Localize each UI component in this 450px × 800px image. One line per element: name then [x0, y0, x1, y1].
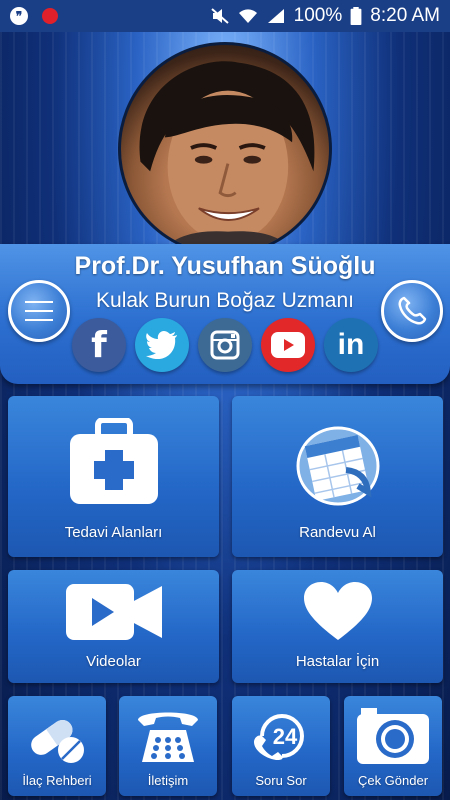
hangouts-notification-icon: ❞ — [10, 7, 28, 25]
heart-icon — [304, 582, 372, 640]
facebook-icon: f — [91, 324, 107, 366]
telephone-icon — [138, 712, 198, 762]
video-camera-icon — [66, 584, 162, 640]
linkedin-button[interactable]: in — [324, 318, 378, 372]
contact-tile[interactable]: İletişim — [119, 696, 217, 796]
videos-label: Videolar — [86, 653, 141, 670]
linkedin-icon: in — [337, 328, 365, 361]
camera-icon — [357, 708, 429, 764]
phone-icon — [398, 296, 427, 325]
medical-kit-icon — [70, 418, 158, 504]
hamburger-menu-icon — [25, 301, 53, 321]
social-links: f in — [72, 318, 378, 374]
calendar-icon — [296, 426, 380, 506]
doctor-avatar — [118, 42, 332, 256]
doctor-name: Prof.Dr. Yusufhan Süoğlu — [74, 252, 376, 280]
call-button[interactable] — [381, 280, 443, 342]
battery-icon — [350, 7, 362, 25]
youtube-button[interactable] — [261, 318, 315, 372]
medicine-guide-tile[interactable]: İlaç Rehberi — [8, 696, 106, 796]
appointment-label: Randevu Al — [299, 524, 376, 541]
treatment-areas-label: Tedavi Alanları — [64, 524, 163, 541]
instagram-icon — [210, 330, 240, 360]
clock: 8:20 AM — [370, 5, 440, 26]
facebook-button[interactable]: f — [72, 318, 126, 372]
for-patients-tile[interactable]: Hastalar İçin — [232, 570, 443, 683]
battery-level: 100% — [293, 5, 343, 26]
mute-icon — [211, 8, 229, 24]
twitter-icon — [146, 331, 177, 359]
support-24-badge: 24 — [273, 724, 298, 749]
wifi-icon — [238, 9, 257, 23]
status-bar: ❞ 100% 8:20 AM — [0, 0, 450, 32]
ask-question-label: Soru Sor — [255, 773, 307, 788]
pills-icon — [31, 719, 84, 763]
instagram-button[interactable] — [198, 318, 252, 372]
menu-button[interactable] — [8, 280, 70, 342]
ask-question-tile[interactable]: 24 Soru Sor — [232, 696, 330, 796]
signal-icon — [267, 9, 284, 23]
24h-support-icon: 24 — [254, 714, 304, 760]
for-patients-label: Hastalar İçin — [295, 653, 380, 670]
youtube-icon — [271, 332, 305, 358]
twitter-button[interactable] — [135, 318, 189, 372]
contact-label: İletişim — [147, 773, 189, 788]
treatment-areas-tile[interactable]: Tedavi Alanları — [8, 396, 219, 557]
medicine-guide-label: İlaç Rehberi — [22, 773, 92, 788]
send-photo-tile[interactable]: Çek Gönder — [344, 696, 442, 796]
send-photo-label: Çek Gönder — [357, 773, 429, 788]
record-notification-icon — [42, 8, 58, 24]
videos-tile[interactable]: Videolar — [8, 570, 219, 683]
appointment-tile[interactable]: Randevu Al — [232, 396, 443, 557]
